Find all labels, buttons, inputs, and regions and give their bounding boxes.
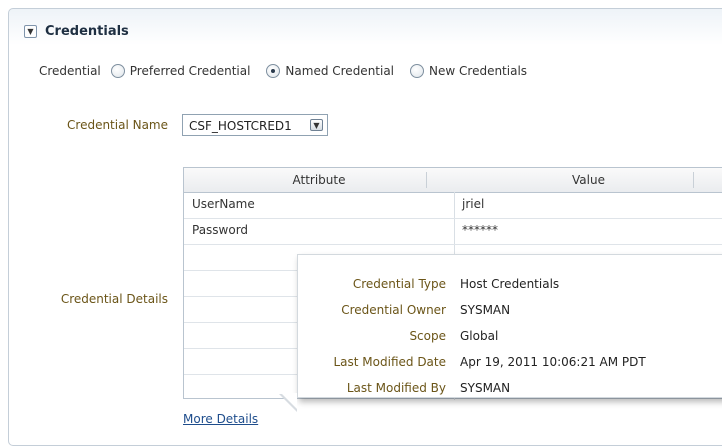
credential-label: Credential (39, 64, 101, 78)
section-header[interactable]: ▼ Credentials (24, 21, 129, 41)
popup-row: Last Modified By SYSMAN (298, 381, 722, 399)
section-title: Credentials (45, 23, 129, 39)
radio-icon[interactable] (410, 64, 425, 78)
radio-label: Preferred Credential (129, 64, 251, 78)
radio-label: Named Credential (285, 64, 395, 78)
popup-row: Last Modified Date Apr 19, 2011 10:06:21… (298, 355, 722, 373)
table-header: Attribute Value (184, 168, 722, 193)
table-row[interactable]: Password ****** (184, 218, 722, 245)
credential-info-popup: Credential Type Host Credentials Credent… (297, 254, 722, 398)
popup-tail (281, 393, 297, 409)
credential-name-row: Credential Name CSF_HOSTCRED1 ▼ (0, 114, 722, 138)
radio-icon[interactable] (110, 64, 125, 78)
popup-value: SYSMAN (460, 303, 511, 317)
credential-radio-group: Credential Preferred Credential Named Cr… (39, 62, 527, 80)
column-separator (693, 172, 694, 188)
radio-label: New Credentials (429, 64, 528, 78)
chevron-down-icon[interactable]: ▼ (24, 24, 37, 38)
select-value: CSF_HOSTCRED1 (189, 119, 292, 133)
popup-label: Credential Owner (341, 303, 446, 317)
popup-value: Host Credentials (460, 277, 560, 291)
cell-value: jriel (462, 197, 485, 211)
popup-label: Credential Type (352, 277, 446, 291)
cell-attribute: UserName (192, 197, 255, 211)
cell-value: ****** (462, 223, 498, 237)
radio-preferred-credential[interactable]: Preferred Credential (110, 64, 251, 78)
radio-new-credentials[interactable]: New Credentials (410, 64, 527, 78)
popup-label: Scope (409, 329, 446, 343)
column-header-attribute[interactable]: Attribute (184, 168, 454, 192)
popup-row: Credential Type Host Credentials (298, 277, 722, 295)
credential-details-label: Credential Details (60, 292, 168, 306)
column-header-value[interactable]: Value (454, 168, 722, 192)
popup-label: Last Modified By (346, 381, 446, 395)
popup-row: Scope Global (298, 329, 722, 347)
popup-value: Apr 19, 2011 10:06:21 AM PDT (460, 355, 646, 369)
credential-name-label: Credential Name (67, 118, 168, 132)
popup-value: Global (460, 329, 499, 343)
radio-named-credential[interactable]: Named Credential (266, 64, 394, 78)
chevron-down-icon[interactable]: ▼ (310, 119, 323, 131)
table-row[interactable]: UserName jriel (184, 192, 722, 219)
popup-label: Last Modified Date (333, 355, 446, 369)
column-separator (426, 172, 427, 188)
credential-name-select[interactable]: CSF_HOSTCRED1 ▼ (182, 114, 328, 136)
radio-selected-icon[interactable] (266, 64, 281, 78)
cell-attribute: Password (192, 223, 249, 237)
popup-row: Credential Owner SYSMAN (298, 303, 722, 321)
more-details-link[interactable]: More Details (183, 412, 258, 426)
popup-value: SYSMAN (460, 381, 511, 395)
